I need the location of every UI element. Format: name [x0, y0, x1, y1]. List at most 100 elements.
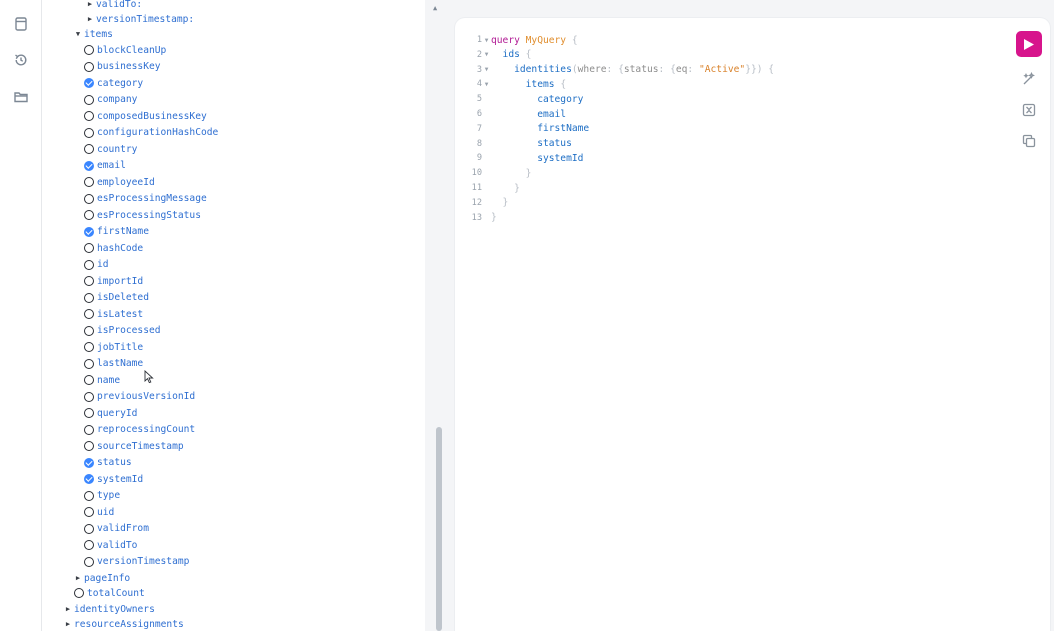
caret-right-icon: ▶ — [65, 620, 71, 628]
explorer-field-isdeleted[interactable]: isDeleted — [84, 290, 149, 306]
checked-circle-icon[interactable] — [84, 474, 94, 484]
explorer-field-isprocessed[interactable]: isProcessed — [84, 323, 161, 339]
unchecked-circle-icon[interactable] — [84, 177, 94, 187]
unchecked-circle-icon[interactable] — [84, 408, 94, 418]
explorer-field-validfrom[interactable]: validFrom — [84, 521, 149, 537]
merge-icon[interactable] — [1020, 101, 1038, 119]
unchecked-circle-icon[interactable] — [84, 45, 94, 55]
unchecked-circle-icon[interactable] — [84, 210, 94, 220]
unchecked-circle-icon[interactable] — [84, 61, 94, 72]
code-line[interactable]: 6 email — [455, 107, 566, 121]
explorer-field-status[interactable]: status — [84, 455, 132, 471]
code-line[interactable]: 10 } — [455, 166, 532, 180]
unchecked-circle-icon[interactable] — [84, 325, 94, 336]
unchecked-circle-icon[interactable] — [84, 441, 94, 451]
unchecked-circle-icon[interactable] — [84, 375, 94, 385]
explorer-field-blockcleanup[interactable]: blockCleanUp — [84, 42, 166, 58]
query-editor[interactable]: 1 ▼ query MyQuery {2 ▼ ids {3 ▼ identities(w… — [455, 18, 1050, 631]
explorer-scrollbar[interactable] — [436, 427, 442, 631]
fold-caret-icon[interactable]: ▼ — [482, 81, 491, 88]
unchecked-circle-icon[interactable] — [74, 588, 84, 598]
unchecked-circle-icon[interactable] — [84, 523, 94, 534]
unchecked-circle-icon[interactable] — [84, 358, 94, 369]
unchecked-circle-icon[interactable] — [84, 391, 94, 402]
unchecked-circle-icon[interactable] — [84, 309, 94, 319]
explorer-node-pageinfo[interactable]: ▶ pageInfo — [74, 570, 130, 586]
code-line[interactable]: 9 systemId — [455, 151, 584, 165]
explorer-field-islatest[interactable]: isLatest — [84, 306, 143, 322]
unchecked-circle-icon[interactable] — [84, 243, 94, 253]
checked-circle-icon[interactable] — [84, 457, 94, 468]
unchecked-circle-icon[interactable] — [84, 144, 94, 154]
explorer-field-sourcetimestamp[interactable]: sourceTimestamp — [84, 438, 184, 454]
explorer-field-lastname[interactable]: lastName — [84, 356, 143, 372]
code-line[interactable]: 11 } — [455, 181, 520, 195]
unchecked-circle-icon[interactable] — [84, 292, 94, 303]
explorer-node-resourceassignments[interactable]: ▶ resourceAssignments — [64, 616, 184, 631]
unchecked-circle-icon[interactable] — [84, 94, 94, 105]
explorer-field-jobtitle[interactable]: jobTitle — [84, 339, 143, 355]
unchecked-circle-icon[interactable] — [84, 540, 94, 550]
explorer-field-label: reprocessingCount — [97, 424, 196, 435]
explorer-field-validto[interactable]: validTo — [84, 537, 137, 553]
explorer-field-email[interactable]: email — [84, 158, 126, 174]
unchecked-circle-icon[interactable] — [84, 556, 94, 567]
explorer-field-type[interactable]: type — [84, 488, 120, 504]
explorer-field-esprocessingmessage[interactable]: esProcessingMessage — [84, 191, 207, 207]
checked-circle-icon[interactable] — [84, 226, 94, 237]
code-line[interactable]: 4 ▼ items { — [455, 77, 566, 91]
unchecked-circle-icon[interactable] — [84, 342, 94, 352]
code-line[interactable]: 3 ▼ identities(where: {status: {eq: "Acti… — [455, 63, 774, 77]
explorer-field-name[interactable]: name — [84, 372, 120, 388]
prettify-icon[interactable] — [1020, 70, 1038, 88]
code-line[interactable]: 12 } — [455, 196, 509, 210]
explorer-field-firstname[interactable]: firstName — [84, 224, 149, 240]
code-line[interactable]: 13} — [455, 211, 497, 225]
code-line[interactable]: 2 ▼ ids { — [455, 48, 532, 62]
explorer-node-totalcount[interactable]: totalCount — [74, 585, 145, 601]
explorer-field-company[interactable]: company — [84, 92, 137, 108]
explorer-field-importid[interactable]: importId — [84, 273, 143, 289]
unchecked-circle-icon[interactable] — [84, 276, 94, 286]
fold-caret-icon[interactable]: ▼ — [482, 51, 491, 58]
explorer-field-id[interactable]: id — [84, 257, 109, 273]
copy-icon[interactable] — [1020, 132, 1038, 150]
unchecked-circle-icon[interactable] — [84, 259, 94, 270]
fold-caret-icon[interactable]: ▼ — [482, 37, 491, 44]
explorer-field-previousversionid[interactable]: previousVersionId — [84, 389, 195, 405]
explorer-field-esprocessingstatus[interactable]: esProcessingStatus — [84, 207, 201, 223]
explorer-field-hashcode[interactable]: hashCode — [84, 240, 143, 256]
run-query-button[interactable] — [1016, 31, 1042, 57]
code-line[interactable]: 8 status — [455, 137, 572, 151]
explorer-field-category[interactable]: category — [84, 75, 143, 91]
unchecked-circle-icon[interactable] — [84, 127, 94, 138]
explorer-field-reprocessingcount[interactable]: reprocessingCount — [84, 422, 195, 438]
explorer-field-country[interactable]: country — [84, 141, 137, 157]
unchecked-circle-icon[interactable] — [84, 193, 94, 204]
scroll-up-icon[interactable]: ▲ — [433, 4, 437, 12]
explorer-field-composedbusinesskey[interactable]: composedBusinessKey — [84, 108, 207, 124]
explorer-field-versiontimestamp[interactable]: versionTimestamp — [84, 554, 189, 570]
unchecked-circle-icon[interactable] — [84, 507, 94, 517]
code-line[interactable]: 7 firstName — [455, 122, 589, 136]
unchecked-circle-icon[interactable] — [84, 111, 94, 121]
code-line[interactable]: 5 category — [455, 92, 584, 106]
checked-circle-icon[interactable] — [84, 78, 94, 88]
explorer-field-configurationhashcode[interactable]: configurationHashCode — [84, 125, 218, 141]
explorer-node-identityowners[interactable]: ▶ identityOwners — [64, 601, 155, 617]
history-icon[interactable] — [11, 50, 31, 70]
folder-icon[interactable] — [11, 87, 31, 107]
explorer-field-queryid[interactable]: queryId — [84, 405, 137, 421]
docs-icon[interactable] — [11, 14, 31, 34]
checked-circle-icon[interactable] — [84, 160, 94, 171]
explorer-field-systemid[interactable]: systemId — [84, 471, 143, 487]
unchecked-circle-icon[interactable] — [84, 490, 94, 501]
explorer-node-items[interactable]: ▼ items — [74, 26, 113, 42]
explorer-field-businesskey[interactable]: businessKey — [84, 59, 161, 75]
fold-caret-icon[interactable]: ▼ — [482, 66, 491, 73]
explorer-field-employeeid[interactable]: employeeId — [84, 174, 155, 190]
explorer-field-uid[interactable]: uid — [84, 504, 114, 520]
unchecked-circle-icon[interactable] — [84, 424, 94, 435]
code-line[interactable]: 1 ▼ query MyQuery { — [455, 33, 578, 47]
explorer-node-versiontimestamp[interactable]: ▶ versionTimestamp: — [86, 11, 194, 27]
